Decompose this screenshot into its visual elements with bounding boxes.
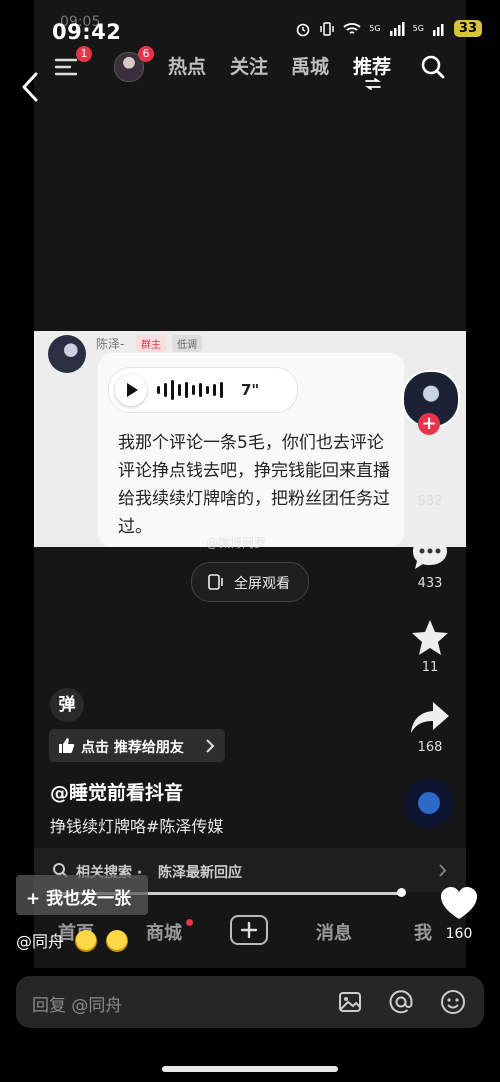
image-icon[interactable] bbox=[338, 990, 362, 1014]
comment-count: 433 bbox=[417, 576, 443, 591]
comment-icon bbox=[413, 537, 447, 569]
progress-handle[interactable] bbox=[397, 888, 406, 897]
thumbs-up-icon bbox=[59, 738, 75, 753]
tab-following[interactable]: 关注 bbox=[230, 52, 268, 79]
tab-me[interactable]: 我 bbox=[414, 919, 432, 945]
status-icons: 5G 5G 33 bbox=[295, 20, 482, 37]
video-content-card: 陈泽- 群主 低调 7" 我那个评论一条5毛，你们也去评论评论挣点钱去吧，挣完钱… bbox=[34, 331, 466, 547]
menu-icon[interactable] bbox=[54, 56, 78, 78]
status-time: 09:42 bbox=[52, 20, 122, 44]
mention-label: @同舟 bbox=[16, 932, 65, 951]
search-icon[interactable] bbox=[420, 54, 446, 80]
tab-recommend[interactable]: 推荐 bbox=[353, 52, 391, 79]
share-count: 168 bbox=[417, 740, 443, 755]
vibrate-icon bbox=[320, 21, 335, 36]
fullscreen-label: 全屏观看 bbox=[234, 576, 290, 592]
chat-message-text: 我那个评论一条5毛，你们也去评论评论挣点钱去吧，挣完钱能回来直播给我续续灯牌啥的… bbox=[118, 433, 390, 537]
chevron-right-icon bbox=[206, 739, 215, 753]
smiley-icon bbox=[75, 930, 98, 952]
recommend-label: 点击 推荐给朋友 bbox=[81, 740, 184, 756]
mall-dot bbox=[186, 919, 193, 926]
voice-duration: 7" bbox=[241, 381, 260, 399]
favorite-count: 11 bbox=[421, 660, 439, 675]
home-indicator bbox=[162, 1066, 338, 1072]
plus-icon bbox=[240, 921, 258, 939]
watermark: @微博网罗 bbox=[206, 536, 267, 550]
mention-text: @同舟 bbox=[16, 928, 129, 952]
heart-icon bbox=[441, 887, 477, 919]
menu-badge: 1 bbox=[76, 46, 92, 62]
reply-input[interactable]: 回复 @同舟 bbox=[16, 976, 484, 1028]
switch-icon bbox=[365, 78, 381, 90]
low-key-tag: 低调 bbox=[172, 335, 202, 352]
alarm-icon bbox=[297, 23, 310, 36]
play-icon bbox=[115, 374, 147, 406]
follow-plus-icon[interactable]: + bbox=[418, 413, 440, 435]
tab-messages[interactable]: 消息 bbox=[316, 919, 352, 945]
tab-hot[interactable]: 热点 bbox=[168, 52, 206, 79]
tab-mall[interactable]: 商城 bbox=[146, 919, 182, 945]
related-query: 陈泽最新回应 bbox=[158, 865, 242, 881]
recommend-to-friend-button[interactable]: 点击 推荐给朋友 bbox=[49, 729, 225, 762]
comment-action[interactable]: 433 bbox=[400, 534, 460, 591]
favorite-action[interactable]: 11 bbox=[400, 618, 460, 675]
signal-icon-2 bbox=[432, 23, 444, 36]
signal-icon bbox=[389, 21, 405, 36]
share-action[interactable]: 168 bbox=[400, 700, 460, 755]
star-icon bbox=[412, 620, 448, 655]
like-count: 532 bbox=[417, 494, 443, 509]
like-action[interactable]: 532 bbox=[400, 452, 460, 509]
fullscreen-button[interactable]: 全屏观看 bbox=[191, 562, 309, 602]
status-bar: 09:05 09:42 5G 5G 33 bbox=[0, 0, 500, 44]
comment-like-action[interactable]: 160 bbox=[436, 886, 482, 942]
danmaku-button[interactable]: 弹 bbox=[50, 688, 84, 722]
add-post-button[interactable] bbox=[230, 915, 268, 945]
comment-like-count: 160 bbox=[445, 926, 473, 942]
video-description: 挣钱续灯牌咯#陈泽传媒 bbox=[50, 817, 224, 836]
share-icon bbox=[411, 702, 449, 733]
owner-tag: 群主 bbox=[136, 335, 166, 352]
wifi-icon bbox=[343, 22, 361, 34]
network-type: 5G bbox=[369, 24, 381, 33]
network-type-2: 5G bbox=[412, 24, 424, 33]
avatar-badge: 6 bbox=[138, 46, 154, 62]
voice-message: 7" bbox=[108, 367, 298, 413]
author-name[interactable]: @睡觉前看抖音 bbox=[50, 778, 183, 805]
waveform-icon bbox=[157, 380, 223, 400]
chat-bubble: 7" 我那个评论一条5毛，你们也去评论评论挣点钱去吧，挣完钱能回来直播给我续续灯… bbox=[98, 353, 404, 547]
heart-icon bbox=[412, 453, 448, 487]
at-mention-icon[interactable] bbox=[388, 989, 414, 1015]
fullscreen-icon bbox=[208, 574, 223, 590]
tab-local[interactable]: 禹城 bbox=[291, 52, 329, 79]
sender-avatar bbox=[48, 335, 86, 373]
music-disc[interactable] bbox=[404, 778, 454, 828]
chevron-right-icon bbox=[439, 864, 447, 877]
smiley-icon bbox=[106, 930, 129, 952]
post-same-label: + 我也发一张 bbox=[26, 889, 132, 909]
emoji-icon[interactable] bbox=[440, 989, 466, 1015]
sender-name: 陈泽- bbox=[96, 337, 125, 351]
reply-placeholder: 回复 @同舟 bbox=[32, 996, 123, 1016]
post-same-button[interactable]: + 我也发一张 bbox=[16, 875, 148, 915]
battery-indicator: 33 bbox=[453, 20, 482, 37]
top-nav: 1 6 热点 关注 禹城 推荐 bbox=[34, 44, 466, 92]
